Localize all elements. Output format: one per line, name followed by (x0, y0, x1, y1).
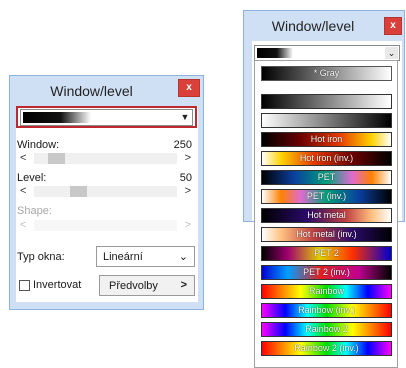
option-label: PET 2 (314, 248, 339, 258)
chevron-left-icon[interactable]: < (20, 185, 26, 198)
colormap-option-pet-2-inv[interactable]: PET 2 (inv.) (261, 265, 392, 280)
colormap-dropdown-list: * Gray Hot iron Hot iron (inv.) PET PET … (254, 60, 398, 368)
window-slider[interactable]: < > (18, 152, 193, 165)
option-label: PET (317, 172, 336, 182)
option-label: Hot iron (310, 134, 343, 144)
colormap-option-gray[interactable]: * Gray (261, 66, 392, 81)
colormap-combo[interactable]: ⌄ (254, 45, 400, 61)
colormap-option-hot-metal-inv[interactable]: Hot metal (inv.) (261, 227, 392, 242)
title-bar[interactable]: Window/level x (10, 76, 203, 106)
window-value: 250 (173, 139, 192, 151)
option-label: Rainbow 2 (305, 324, 348, 334)
chevron-down-icon[interactable]: ▼ (179, 111, 191, 124)
chevron-down-icon: ⌄ (178, 251, 188, 263)
window-title: Window/level (271, 18, 355, 34)
window-level-panel: Window/level x ▼ Window: 250 < > Level: … (9, 75, 204, 310)
colormap-option-hot-metal[interactable]: Hot metal (261, 208, 392, 223)
gray-gradient-swatch (257, 48, 293, 58)
invert-label[interactable]: Invertovat (33, 279, 81, 291)
shape-slider-track (34, 220, 177, 231)
colormap-option-gray-2[interactable] (261, 94, 392, 109)
option-label: Hot iron (inv.) (299, 153, 354, 163)
option-label: PET 2 (inv.) (303, 267, 350, 277)
option-label: Rainbow (inv.) (298, 305, 355, 315)
chevron-down-icon[interactable]: ⌄ (385, 47, 398, 59)
chevron-right-icon: > (180, 279, 187, 291)
colormap-option-rainbow[interactable]: Rainbow (261, 284, 392, 299)
option-label: Hot metal (inv.) (296, 229, 357, 239)
level-slider-thumb[interactable] (70, 186, 87, 197)
level-value: 50 (179, 172, 192, 184)
chevron-left-icon[interactable]: < (20, 152, 26, 165)
shape-slider: < > (18, 219, 193, 232)
chevron-right-icon: > (184, 219, 191, 231)
option-label: Hot metal (307, 210, 346, 220)
presets-button[interactable]: Předvolby > (99, 275, 195, 296)
colormap-option-hot-iron[interactable]: Hot iron (261, 132, 392, 147)
colormap-option-pet-inv[interactable]: PET (inv.) (261, 189, 392, 204)
window-label: Window: (17, 139, 60, 151)
option-label: Rainbow (308, 286, 345, 296)
close-icon[interactable]: x (384, 17, 402, 35)
panel-content: ▼ Window: 250 < > Level: 50 < > Shape: <… (16, 106, 198, 302)
level-label: Level: (17, 172, 47, 184)
gray-gradient-swatch (23, 112, 92, 123)
colormap-selector-frame: ▼ (16, 106, 197, 128)
window-slider-thumb[interactable] (48, 153, 65, 164)
colormap-option-pet-2[interactable]: PET 2 (261, 246, 392, 261)
colormap-option-gray-inverted[interactable] (261, 113, 392, 128)
invert-checkbox[interactable] (19, 280, 30, 291)
presets-button-label: Předvolby (109, 280, 158, 292)
window-slider-track[interactable] (34, 153, 177, 164)
colormap-combo[interactable]: ▼ (20, 109, 193, 126)
colormap-option-rainbow-inv[interactable]: Rainbow (inv.) (261, 303, 392, 318)
title-bar[interactable]: Window/level x (244, 11, 404, 41)
colormap-option-hot-iron-inv[interactable]: Hot iron (inv.) (261, 151, 392, 166)
shape-label: Shape: (17, 205, 52, 217)
chevron-left-icon: < (20, 219, 27, 231)
chevron-right-icon[interactable]: > (185, 185, 191, 198)
colormap-option-rainbow-2[interactable]: Rainbow 2 (261, 322, 392, 337)
level-slider-track[interactable] (34, 186, 177, 197)
option-label: Rainbow 2 (inv.) (294, 343, 359, 353)
typ-okna-value: Lineární (103, 251, 143, 263)
colormap-option-pet[interactable]: PET (261, 170, 392, 185)
option-label: PET (inv.) (306, 191, 347, 201)
typ-okna-label: Typ okna: (17, 251, 65, 263)
close-icon[interactable]: x (178, 79, 200, 97)
option-label: * Gray (313, 68, 340, 78)
level-slider[interactable]: < > (18, 185, 193, 198)
window-title: Window/level (50, 83, 133, 99)
colormap-option-rainbow-2-inv[interactable]: Rainbow 2 (inv.) (261, 341, 392, 356)
typ-okna-select[interactable]: Lineární ⌄ (96, 246, 195, 267)
chevron-right-icon[interactable]: > (185, 152, 191, 165)
